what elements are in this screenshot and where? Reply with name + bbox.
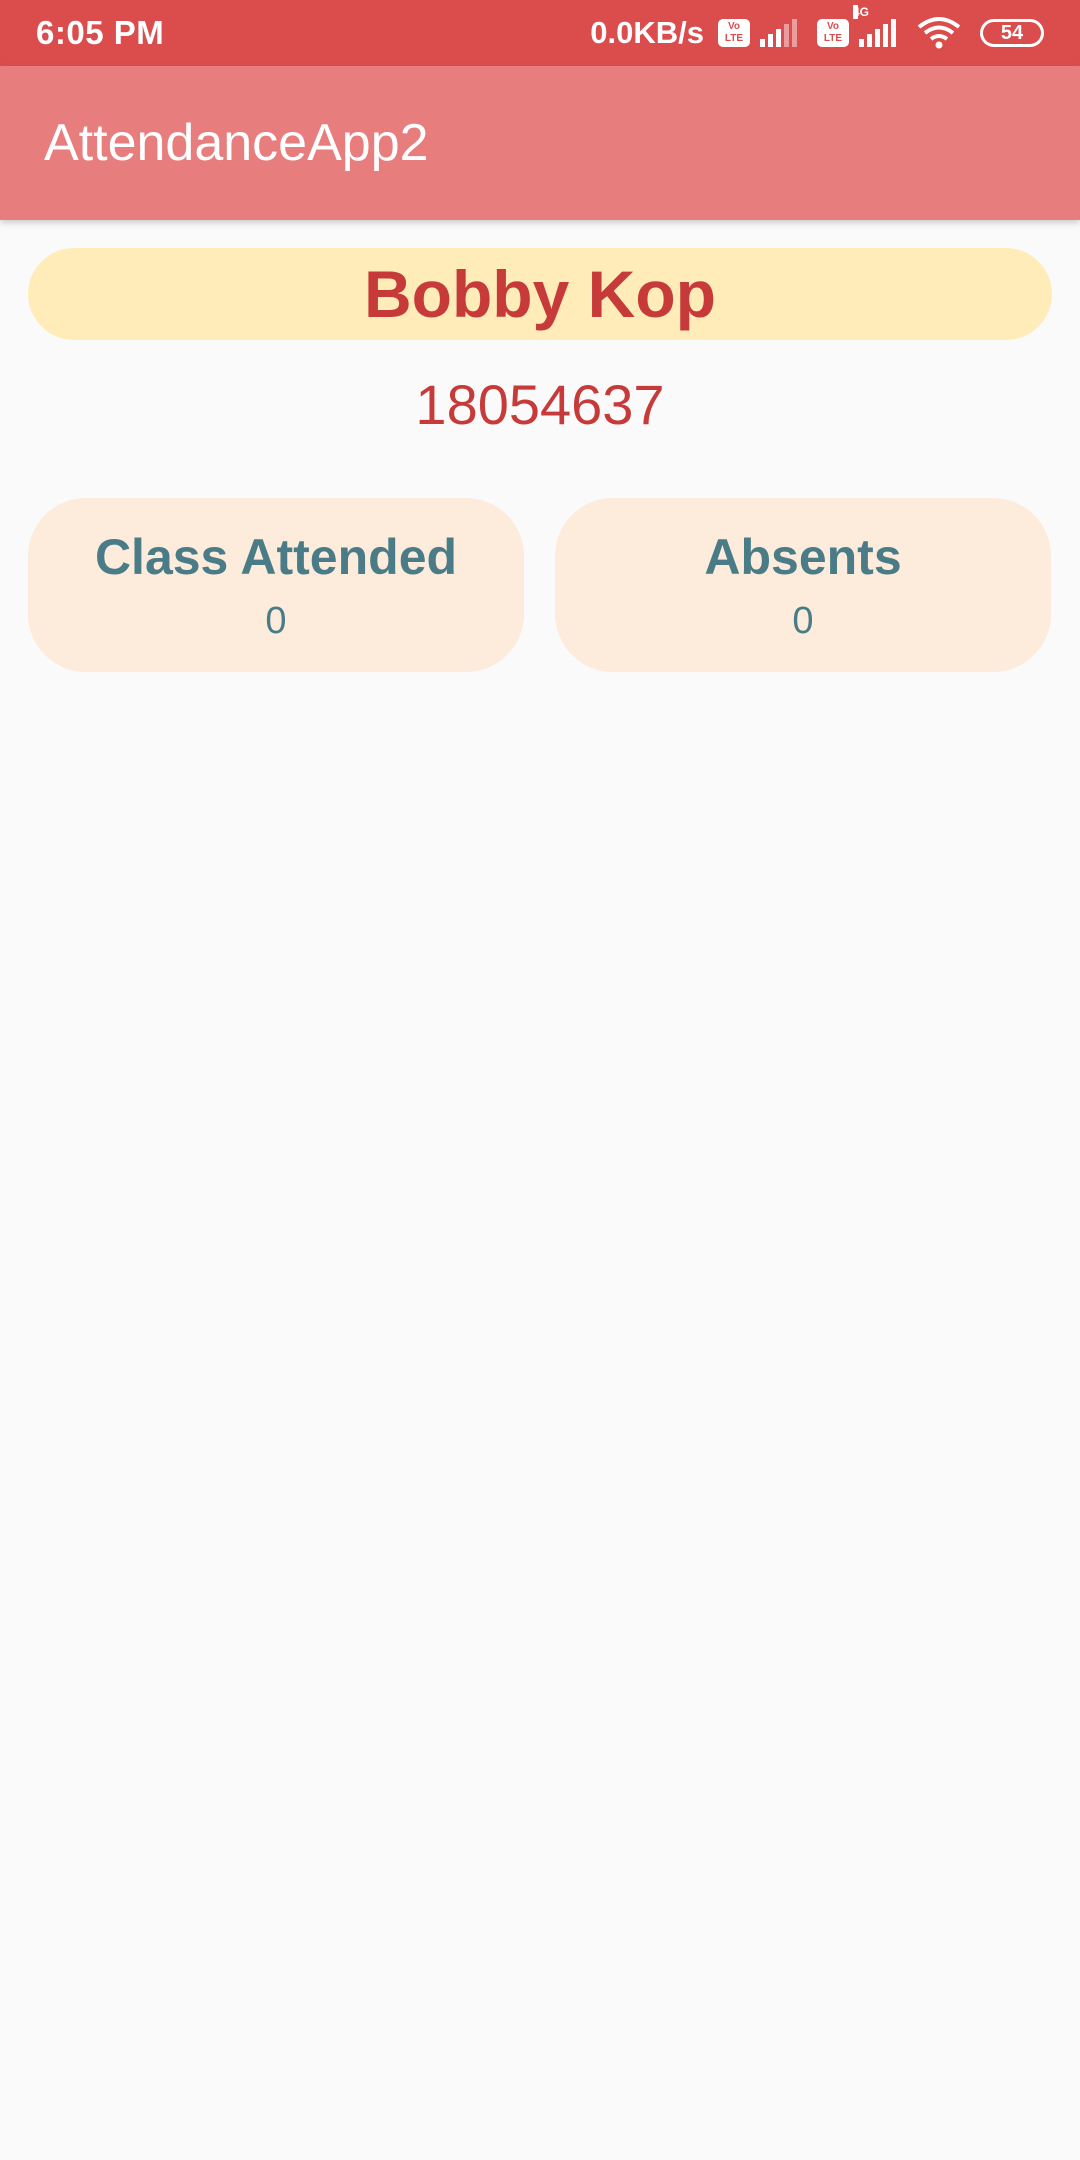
wifi-icon xyxy=(917,17,961,49)
student-id: 18054637 xyxy=(415,373,665,436)
student-name: Bobby Kop xyxy=(364,257,716,331)
student-name-banner: Bobby Kop xyxy=(28,248,1052,340)
signal-icon xyxy=(760,19,797,47)
battery-level: 54 xyxy=(1000,21,1024,44)
status-bar: 6:05 PM 0.0KB/s Vo LTE Vo LTE 4G 54 xyxy=(0,0,1080,66)
volte-icon: Vo LTE xyxy=(817,19,849,47)
absents-card: Absents 0 xyxy=(555,498,1051,672)
app-title: AttendanceApp2 xyxy=(44,114,429,172)
status-icons: 0.0KB/s Vo LTE Vo LTE 4G 54 xyxy=(590,5,1044,51)
volte-icon: Vo LTE xyxy=(718,19,750,47)
class-attended-label: Class Attended xyxy=(94,529,458,585)
battery-icon: 54 xyxy=(980,19,1044,47)
network-type: 4G xyxy=(853,5,870,19)
network-speed: 0.0KB/s xyxy=(590,15,704,50)
class-attended-value: 0 xyxy=(265,600,287,642)
signal-4g-icon: 4G xyxy=(853,5,896,47)
absents-value: 0 xyxy=(792,600,814,642)
absents-label: Absents xyxy=(704,529,902,585)
app-bar: AttendanceApp2 xyxy=(0,66,1080,220)
status-time: 6:05 PM xyxy=(36,14,165,51)
class-attended-card: Class Attended 0 xyxy=(28,498,524,672)
